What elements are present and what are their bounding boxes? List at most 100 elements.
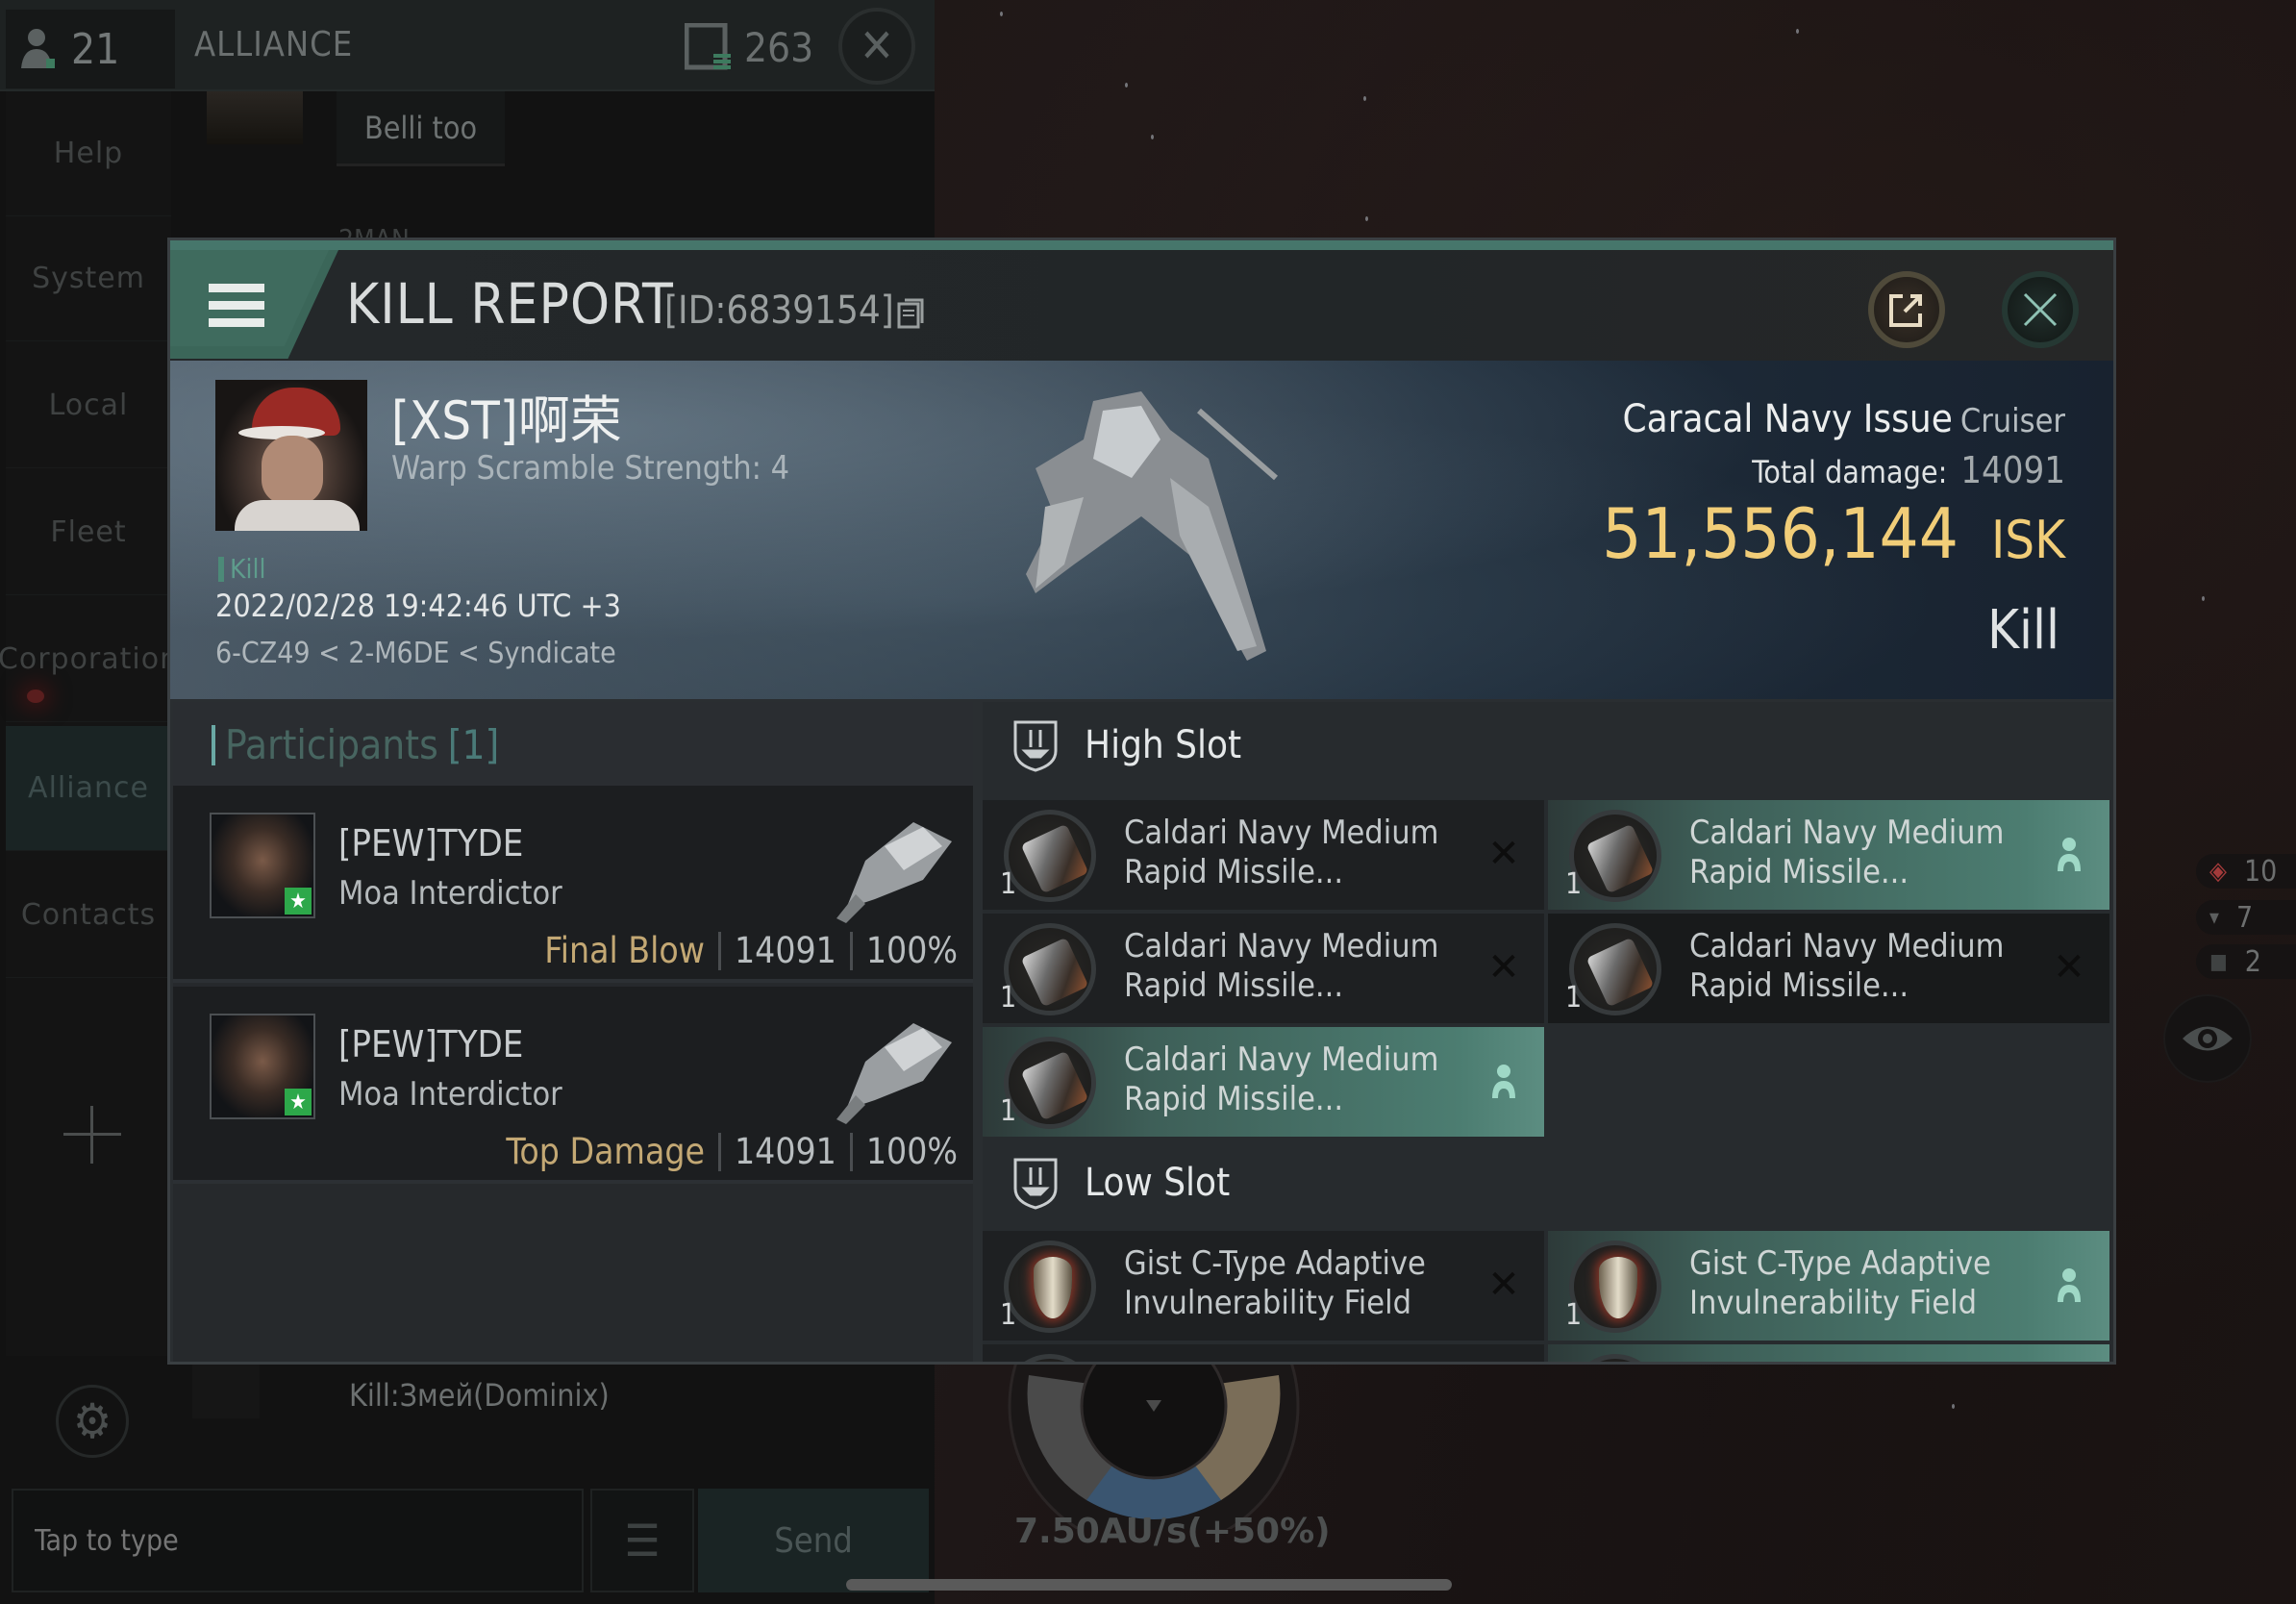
participant-role: Top Damage — [506, 1131, 705, 1172]
menu-button[interactable] — [170, 250, 338, 359]
kill-report-dialog: KILL REPORT [ID:6839154] [XST]啊荣 Warp Sc… — [170, 240, 2113, 1362]
module-item-partial[interactable] — [1548, 1344, 2109, 1362]
victim-ship-image[interactable] — [978, 372, 1295, 680]
sidebar-item-fleet[interactable]: Fleet — [6, 470, 171, 595]
shield-module-icon — [1569, 1241, 1661, 1333]
standing-star-icon: ★ — [285, 888, 312, 915]
sidebar-item-alliance[interactable]: Alliance — [6, 726, 171, 851]
hud-counter-value: 2 — [2244, 944, 2261, 979]
destroyed-icon: ✕ — [2053, 945, 2085, 990]
share-button[interactable] — [1868, 271, 1945, 348]
dialog-accent-bar — [170, 240, 2113, 250]
participants-header: Participants [1] — [173, 702, 973, 786]
copy-icon[interactable] — [897, 298, 924, 329]
close-button[interactable] — [2002, 271, 2079, 348]
sidebar-item-system[interactable]: System — [6, 216, 171, 341]
sidebar-item-help[interactable]: Help — [6, 91, 171, 216]
divider — [717, 1132, 721, 1171]
hamburger-icon — [209, 284, 264, 328]
sidebar-item-corporation[interactable]: Corporation — [0, 597, 178, 722]
message-count: 263 — [685, 23, 813, 71]
victim-portrait[interactable] — [215, 380, 367, 531]
sidebar-item-label: Fleet — [50, 515, 127, 549]
hud-counter-value: 7 — [2235, 900, 2254, 935]
hud-counter-structures[interactable]: ■ 2 — [2196, 944, 2296, 979]
chat-settings-button[interactable]: ⚙ — [56, 1385, 129, 1458]
participants-label: Participants — [225, 721, 438, 768]
module-name: Caldari Navy Medium Rapid Missile... — [1124, 814, 1439, 891]
participants-panel: Participants [1] ★ [PEW]TYDE Moa Interdi… — [173, 702, 973, 1362]
participant-row[interactable]: ★ [PEW]TYDE Moa Interdictor Final Blow 1… — [173, 786, 973, 983]
shield-module-icon — [1004, 1241, 1096, 1333]
kill-tag: Kill — [218, 553, 266, 585]
dropped-icon — [2058, 1268, 2081, 1302]
share-icon — [1889, 294, 1922, 327]
add-channel-button[interactable] — [63, 1106, 121, 1164]
participant-stats: Final Blow 14091 100% — [544, 930, 958, 971]
module-item[interactable]: 1 Caldari Navy Medium Rapid Missile... — [1548, 800, 2109, 910]
module-quantity: 1 — [1000, 981, 1017, 1015]
gear-icon: ⚙ — [72, 1393, 112, 1449]
participants-title-bar — [212, 724, 215, 765]
module-item[interactable]: 1 Caldari Navy Medium Rapid Missile... ✕ — [1548, 914, 2109, 1023]
participant-portrait[interactable]: ★ — [210, 1014, 315, 1119]
divider — [849, 931, 853, 970]
participant-damage: 14091 — [734, 930, 836, 971]
participant-stats: Top Damage 14091 100% — [506, 1131, 958, 1172]
module-item[interactable]: 1 Gist C-Type Adaptive Invulnerability F… — [983, 1231, 1544, 1341]
message-count-value: 263 — [744, 23, 814, 71]
kill-location[interactable]: 6-CZ49 < 2-M6DE < Syndicate — [215, 637, 616, 670]
sidebar-item-label: Local — [48, 388, 129, 422]
menu-icon: ☰ — [624, 1515, 661, 1566]
hud-counter-drones[interactable]: ▾ 7 — [2196, 900, 2296, 935]
sidebar-item-label: Corporation — [0, 642, 180, 676]
victim-name[interactable]: [XST]啊荣 — [391, 378, 622, 454]
participant-row[interactable]: ★ [PEW]TYDE Moa Interdictor Top Damage 1… — [173, 987, 973, 1184]
participant-ship: Moa Interdictor — [338, 1075, 562, 1114]
chat-message-kill-link[interactable]: Kill:Змей(Dominix) — [349, 1377, 610, 1414]
chat-header: 21 ALLIANCE 263 ✕ — [0, 0, 935, 91]
module-item[interactable]: 1 Gist C-Type Adaptive Invulnerability F… — [1548, 1231, 2109, 1341]
module-item[interactable]: 1 Caldari Navy Medium Rapid Missile... ✕ — [983, 800, 1544, 910]
participant-name: [PEW]TYDE — [338, 1023, 524, 1065]
victim-summary-banner: [XST]啊荣 Warp Scramble Strength: 4 Kill 2… — [170, 361, 2113, 699]
send-button[interactable]: Send — [698, 1489, 929, 1592]
sidebar-item-local[interactable]: Local — [6, 343, 171, 468]
message-log-icon — [685, 23, 731, 70]
high-slot-icon — [1013, 720, 1058, 772]
dialog-title-bar: KILL REPORT [ID:6839154] — [170, 250, 2113, 361]
module-name: Gist C-Type Adaptive Invulnerability Fie… — [1124, 1244, 1426, 1322]
sidebar-item-label: Contacts — [20, 898, 157, 932]
destroyed-icon: ✕ — [1487, 945, 1520, 990]
chat-message-avatar[interactable] — [207, 91, 303, 144]
speed-dial[interactable] — [971, 1346, 1336, 1529]
hud-counter-hostiles[interactable]: ◈ 10 — [2196, 854, 2296, 889]
victim-ship-name[interactable]: Caracal Navy Issue — [1623, 397, 1953, 441]
chat-channel-sidebar: Help System Local Fleet Corporation Alli… — [0, 91, 178, 1356]
chat-close-button[interactable]: ✕ — [838, 8, 915, 85]
module-item[interactable]: 1 Caldari Navy Medium Rapid Missile... ✕ — [983, 914, 1544, 1023]
total-damage-value: 14091 — [1960, 449, 2065, 491]
member-count[interactable]: 21 — [6, 10, 175, 88]
member-icon — [21, 29, 55, 68]
isk-value: 51,556,144 ISK — [1602, 493, 2065, 574]
warp-speed-readout: 7.50AU/s(+50%) — [1014, 1512, 1331, 1551]
member-count-value: 21 — [71, 24, 120, 74]
home-indicator[interactable] — [846, 1579, 1452, 1591]
participant-portrait[interactable]: ★ — [210, 813, 315, 918]
close-icon: ✕ — [859, 19, 895, 73]
overview-toggle-button[interactable] — [2163, 994, 2252, 1083]
module-item[interactable]: 1 Caldari Navy Medium Rapid Missile... — [983, 1027, 1544, 1137]
destroyed-icon: ✕ — [1487, 1263, 1520, 1307]
sidebar-item-contacts[interactable]: Contacts — [6, 853, 171, 978]
destroyed-icon: ✕ — [1487, 832, 1520, 876]
chat-input[interactable] — [12, 1489, 584, 1592]
module-name: Caldari Navy Medium Rapid Missile... — [1689, 927, 2005, 1005]
chat-options-button[interactable]: ☰ — [590, 1489, 694, 1592]
participant-role: Final Blow — [544, 930, 705, 971]
module-quantity: 1 — [1565, 1298, 1583, 1332]
isk-value-amount: 51,556,144 — [1602, 493, 1959, 574]
kill-type-label: Kill — [1986, 599, 2059, 662]
module-item-partial[interactable] — [983, 1344, 1544, 1362]
chat-message-avatar[interactable] — [192, 1361, 260, 1418]
